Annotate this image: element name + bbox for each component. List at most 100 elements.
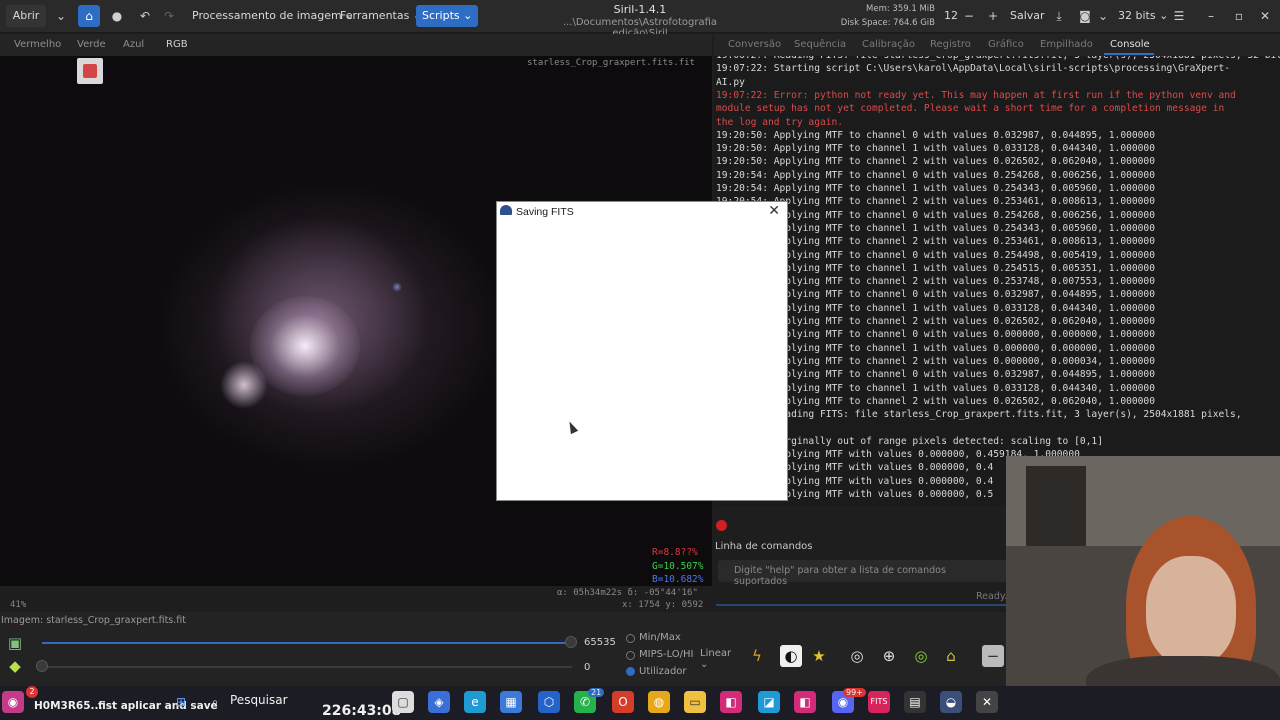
- tab-console[interactable]: Console: [1110, 39, 1150, 50]
- taskbar-search[interactable]: Pesquisar: [230, 693, 288, 707]
- dialog-close-icon[interactable]: ✕: [768, 203, 780, 219]
- stream-timer: 226:43:08: [322, 703, 402, 719]
- folder-icon[interactable]: ▭: [684, 691, 706, 713]
- home-icon[interactable]: ⌂: [78, 5, 100, 27]
- opera-icon[interactable]: O: [612, 691, 634, 713]
- histogram-icon[interactable]: ▣: [4, 632, 26, 654]
- negative-icon[interactable]: ◐: [780, 645, 802, 667]
- log-status-dot: [716, 520, 727, 531]
- display-mode-label: Linear: [700, 648, 732, 659]
- tab-conversion[interactable]: Conversão: [728, 39, 781, 50]
- bit-depth[interactable]: 32 bits ⌄: [1112, 5, 1174, 27]
- star-icon[interactable]: ★: [808, 645, 830, 667]
- right-panel-tabs: Conversão Sequência Calibração Registro …: [714, 34, 1280, 56]
- app-avatar-icon[interactable]: ◉: [2, 691, 24, 713]
- increment-icon[interactable]: +: [982, 5, 1004, 27]
- fits-viewer-icon[interactable]: FITS: [868, 691, 890, 713]
- minimize-icon[interactable]: –: [1200, 5, 1222, 27]
- radio-user[interactable]: [626, 667, 635, 676]
- channel-tabs: Vermelho Verde Azul RGB: [0, 34, 712, 56]
- chrome-icon[interactable]: ◍: [648, 691, 670, 713]
- open-menu-chevron-icon[interactable]: ⌄: [50, 5, 72, 27]
- command-input[interactable]: Digite "help" para obter a lista de coma…: [718, 560, 1010, 587]
- menu-image-processing-label: Processamento de imagem: [192, 9, 342, 22]
- high-value[interactable]: 65535: [584, 637, 616, 648]
- lightning-icon[interactable]: ϟ: [746, 645, 768, 667]
- open-button[interactable]: Abrir: [6, 5, 46, 27]
- siril-dialog-icon: [500, 205, 512, 215]
- menu-scripts-label: Scripts: [422, 9, 460, 22]
- minus-icon[interactable]: −: [982, 645, 1004, 667]
- pixel-coords: x: 1754 y: 0592: [622, 600, 704, 610]
- app-blue-icon[interactable]: ◪: [758, 691, 780, 713]
- copilot-icon[interactable]: ◈: [428, 691, 450, 713]
- snapshot-icon[interactable]: ◎: [846, 645, 868, 667]
- store-icon[interactable]: ▦: [500, 691, 522, 713]
- g-percent: G=10.507%: [652, 561, 704, 572]
- saving-fits-dialog: Saving FITS ✕: [496, 201, 788, 501]
- search-icon[interactable]: ⌕: [204, 691, 226, 713]
- save-button[interactable]: Salvar: [1004, 5, 1051, 27]
- app-pink2-icon[interactable]: ◧: [794, 691, 816, 713]
- bit-depth-label: 32 bits: [1118, 9, 1156, 22]
- maximize-icon[interactable]: ▫: [1228, 5, 1250, 27]
- tab-calibration[interactable]: Calibração: [862, 39, 915, 50]
- low-value[interactable]: 0: [584, 662, 590, 673]
- radio-user-label: Utilizador: [639, 666, 687, 677]
- tab-sequence[interactable]: Sequência: [794, 39, 846, 50]
- console-line: 19:2?:??: Reading FITS: file starless_Cr…: [716, 409, 1242, 421]
- app-pink-icon[interactable]: ◧: [720, 691, 742, 713]
- console-line: 19:20:50: Applying MTF to channel 1 with…: [716, 143, 1155, 155]
- camera-chevron-icon[interactable]: ⌄: [1092, 5, 1114, 27]
- low-slider-track[interactable]: [42, 666, 572, 668]
- hamburger-menu-icon[interactable]: ☰: [1168, 5, 1190, 27]
- undo-icon[interactable]: ↶: [134, 5, 156, 27]
- console-line: AI.py: [716, 76, 745, 88]
- tab-stacking[interactable]: Empilhado: [1040, 39, 1093, 50]
- discord-badge: 99+: [843, 688, 866, 697]
- tab-red[interactable]: Vermelho: [14, 39, 61, 50]
- close-icon[interactable]: ✕: [1254, 5, 1276, 27]
- whatsapp-badge: 21: [588, 688, 605, 697]
- redo-icon[interactable]: ↷: [158, 5, 180, 27]
- download-icon[interactable]: ⤓: [1048, 5, 1070, 27]
- high-slider-knob[interactable]: [565, 636, 577, 648]
- notification-badge: 2: [26, 686, 38, 698]
- tab-registration[interactable]: Registro: [930, 39, 971, 50]
- app-title: Siril-1.4.1: [613, 3, 667, 16]
- annotate-icon[interactable]: ⌂: [940, 645, 962, 667]
- high-slider-track[interactable]: [42, 642, 572, 644]
- decrement-icon[interactable]: −: [958, 5, 980, 27]
- vscode-icon[interactable]: ⬡: [538, 691, 560, 713]
- rgb-display-toggle[interactable]: [77, 58, 103, 84]
- grid-globe-icon[interactable]: ⊕: [878, 645, 900, 667]
- tab-rgb[interactable]: RGB: [166, 39, 188, 50]
- radio-mips[interactable]: [626, 651, 635, 660]
- console-line: 19:07:22: Starting script C:\Users\karol…: [716, 63, 1231, 75]
- color-wheel-icon[interactable]: ◆: [4, 655, 26, 677]
- console-line: the log and try again.: [716, 116, 844, 128]
- siril-icon[interactable]: ◒: [940, 691, 962, 713]
- console-line: module setup has not yet completed. Plea…: [716, 103, 1225, 115]
- console-log[interactable]: 19:06:2?: Reading FITS: file starless_Cr…: [714, 56, 1280, 506]
- tab-blue[interactable]: Azul: [123, 39, 144, 50]
- record-icon[interactable]: ●: [106, 5, 128, 27]
- console-line: 19:20:54: Applying MTF to channel 0 with…: [716, 169, 1155, 181]
- stream-user: H0M3R65...: [34, 700, 103, 712]
- stream-caption: fist aplicar and save: [98, 700, 218, 712]
- terminal-icon[interactable]: ▤: [904, 691, 926, 713]
- edge-icon[interactable]: e: [464, 691, 486, 713]
- file-icon[interactable]: ▢: [392, 691, 414, 713]
- target-icon[interactable]: ◎: [910, 645, 932, 667]
- console-line: 19:20:50: Applying MTF to channel 2 with…: [716, 156, 1155, 168]
- menu-scripts[interactable]: Scripts ⌄: [416, 5, 479, 27]
- low-slider-knob[interactable]: [36, 660, 48, 672]
- tab-plot[interactable]: Gráfico: [988, 39, 1024, 50]
- display-mode-select[interactable]: Linear ⌄: [700, 646, 742, 670]
- radio-minmax[interactable]: [626, 634, 635, 643]
- tab-green[interactable]: Verde: [77, 39, 106, 50]
- windows-start-icon[interactable]: ⊞: [170, 691, 192, 713]
- menu-tools[interactable]: Ferramentas ⌄: [334, 5, 428, 27]
- webcam-overlay: [1006, 456, 1280, 696]
- capcut-icon[interactable]: ✕: [976, 691, 998, 713]
